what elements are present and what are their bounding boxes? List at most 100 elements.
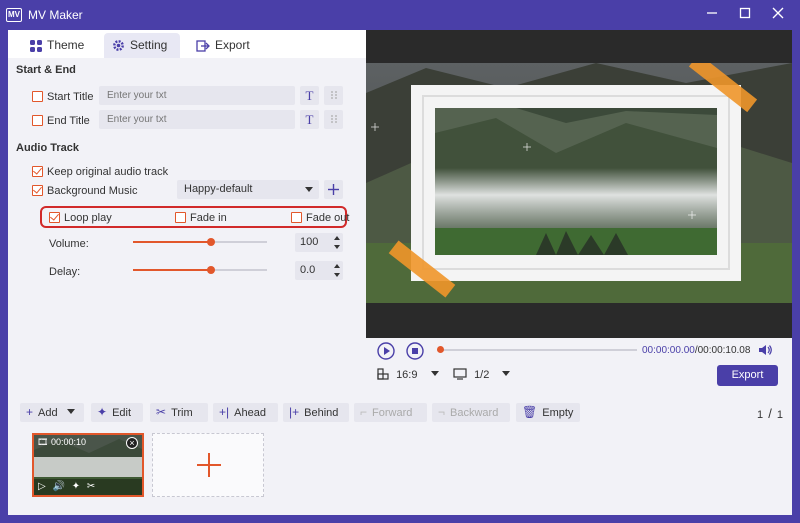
- delay-value: 0.0: [300, 264, 316, 276]
- empty-button[interactable]: 🗑 Empty: [516, 403, 580, 422]
- progress-knob[interactable]: [437, 346, 444, 353]
- grid-icon: [30, 40, 42, 52]
- delay-input[interactable]: 0.0: [295, 261, 343, 280]
- play-icon[interactable]: ▷: [38, 481, 46, 492]
- start-title-input[interactable]: [99, 86, 295, 105]
- volume-slider[interactable]: [133, 237, 267, 247]
- preview-scene: [366, 63, 792, 303]
- spin-up-icon[interactable]: [334, 236, 340, 240]
- forward-label: Forward: [372, 407, 413, 419]
- progress-track: [437, 349, 637, 351]
- insert-ahead-icon: +|: [219, 405, 230, 419]
- aspect-ratio-select[interactable]: 16:9: [377, 368, 439, 381]
- export-button[interactable]: Export: [717, 365, 778, 386]
- end-title-drag-button[interactable]: [324, 110, 343, 129]
- magic-wand-icon: ✦: [97, 405, 108, 419]
- start-title-drag-button[interactable]: [324, 86, 343, 105]
- stop-button[interactable]: [406, 342, 424, 363]
- screen-page-value: 1/2: [474, 369, 490, 381]
- tab-bar: Theme Setting Export: [8, 30, 366, 58]
- delay-knob[interactable]: [207, 266, 215, 274]
- time-display: 00:00:00.00/00:00:10.08: [642, 345, 750, 356]
- stop-icon: [406, 342, 424, 360]
- background-music-select[interactable]: Happy-default: [177, 180, 319, 199]
- chevron-down-icon: [66, 409, 75, 414]
- tab-export-label: Export: [215, 38, 250, 52]
- plus-icon: [328, 184, 339, 195]
- fade-out-label: Fade out: [306, 212, 350, 224]
- backward-icon: ¬: [438, 405, 446, 419]
- trash-icon: 🗑: [522, 405, 538, 419]
- trim-label: Trim: [171, 407, 193, 419]
- clip-thumbnail[interactable]: 🎞 00:00:10 × ▷ 🔊 ✦ ✂: [32, 433, 144, 497]
- pager: 1 / 1: [757, 406, 783, 421]
- volume-button[interactable]: [758, 344, 772, 359]
- behind-label: Behind: [304, 407, 339, 419]
- title-bar: MV MV Maker: [0, 0, 800, 30]
- tab-setting[interactable]: Setting: [104, 33, 180, 58]
- chevron-down-icon: [502, 371, 511, 376]
- pager-separator: /: [768, 406, 772, 421]
- speaker-icon: [759, 345, 772, 355]
- spin-down-icon[interactable]: [334, 273, 340, 277]
- end-title-checkbox[interactable]: [32, 115, 43, 126]
- current-time: 00:00:00.00: [642, 345, 695, 356]
- audio-track-heading: Audio Track: [16, 142, 79, 154]
- add-music-button[interactable]: [324, 180, 343, 199]
- add-button[interactable]: + Add: [20, 403, 84, 422]
- delay-slider[interactable]: [133, 265, 267, 275]
- screen-page-select[interactable]: 1/2: [453, 368, 511, 381]
- behind-button[interactable]: |+ Behind: [283, 403, 349, 422]
- backward-button[interactable]: ¬ Backward: [432, 403, 510, 422]
- trim-button[interactable]: ✂ Trim: [150, 403, 208, 422]
- add-clip-button[interactable]: [152, 433, 264, 497]
- forward-button[interactable]: ⌐ Forward: [354, 403, 427, 422]
- volume-input[interactable]: 100: [295, 233, 343, 252]
- ahead-label: Ahead: [234, 407, 266, 419]
- app-logo-icon: MV: [6, 8, 22, 22]
- add-label: Add: [38, 407, 58, 419]
- maximize-button[interactable]: [733, 4, 757, 26]
- progress-bar[interactable]: [437, 346, 637, 354]
- clip-duration-value: 00:00:10: [50, 437, 86, 447]
- tab-theme-label: Theme: [47, 38, 85, 52]
- scissors-icon[interactable]: ✂: [87, 481, 95, 492]
- fade-out-checkbox[interactable]: [291, 212, 302, 223]
- speaker-icon[interactable]: 🔊: [52, 481, 64, 492]
- end-title-text-button[interactable]: T: [300, 110, 319, 129]
- grip-icon: [330, 115, 337, 123]
- magic-wand-icon[interactable]: ✦: [72, 481, 80, 492]
- maximize-icon: [739, 7, 751, 19]
- close-icon: [772, 7, 784, 19]
- play-icon: [377, 342, 395, 360]
- background-music-checkbox[interactable]: [32, 185, 43, 196]
- backward-label: Backward: [450, 407, 499, 419]
- end-title-label: End Title: [47, 115, 90, 127]
- remove-clip-button[interactable]: ×: [126, 437, 138, 449]
- fade-in-checkbox[interactable]: [175, 212, 186, 223]
- keep-original-audio-checkbox[interactable]: [32, 166, 43, 177]
- volume-fill: [133, 241, 211, 243]
- minimize-button[interactable]: [700, 4, 724, 26]
- film-icon: 🎞: [37, 437, 49, 447]
- start-title-checkbox[interactable]: [32, 91, 43, 102]
- volume-knob[interactable]: [207, 238, 215, 246]
- loop-play-label: Loop play: [64, 212, 112, 224]
- spin-down-icon[interactable]: [334, 245, 340, 249]
- spin-up-icon[interactable]: [334, 264, 340, 268]
- tab-setting-label: Setting: [130, 38, 168, 52]
- background-music-value: Happy-default: [184, 183, 253, 195]
- play-button[interactable]: [377, 342, 395, 363]
- close-button[interactable]: [766, 4, 790, 26]
- edit-button[interactable]: ✦ Edit: [91, 403, 143, 422]
- loop-play-checkbox[interactable]: [49, 212, 60, 223]
- end-title-input[interactable]: [99, 110, 295, 129]
- tab-theme[interactable]: Theme: [22, 33, 94, 58]
- background-music-label: Background Music: [47, 185, 138, 197]
- export-icon: [196, 40, 210, 52]
- tab-export[interactable]: Export: [188, 33, 260, 58]
- start-title-text-button[interactable]: T: [300, 86, 319, 105]
- ahead-button[interactable]: +| Ahead: [213, 403, 278, 422]
- delay-fill: [133, 269, 211, 271]
- keep-original-audio-label: Keep original audio track: [47, 166, 169, 178]
